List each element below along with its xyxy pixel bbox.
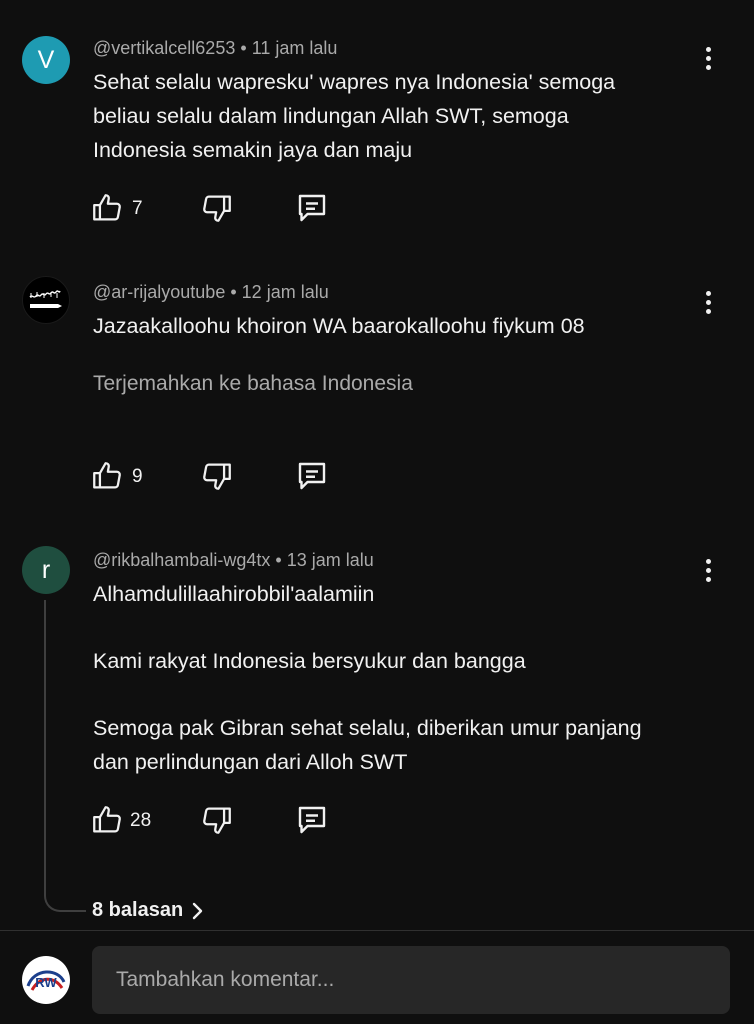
meta-separator: • xyxy=(240,38,247,58)
comment-input[interactable]: Tambahkan komentar... xyxy=(92,946,730,1014)
comments-screen: V @vertikalcell6253 • 11 jam lalu Sehat … xyxy=(0,0,754,1024)
more-vert-icon xyxy=(705,558,711,564)
replies-label: 8 balasan xyxy=(92,899,184,921)
comment-author[interactable]: @vertikalcell6253 xyxy=(93,38,235,58)
comment-text: Jazaakalloohu khoiron WA baarokalloohu f… xyxy=(93,314,585,338)
comment-text-line: Indonesia semakin jaya dan maju xyxy=(93,138,413,162)
comment-time: 13 jam lalu xyxy=(286,550,374,570)
channel-logo-icon: RW xyxy=(26,970,66,991)
avatar[interactable]: V xyxy=(22,36,70,84)
flag-logo-icon xyxy=(29,290,62,308)
thumb-up-icon[interactable] xyxy=(90,458,124,494)
comment-text: Sehat selalu wapresku' wapres nya Indone… xyxy=(93,65,683,167)
comment-text: Alhamdulillaahirobbil'aalamiin Kami raky… xyxy=(93,577,683,779)
comment-author[interactable]: @rikbalhambali-wg4tx xyxy=(93,550,270,570)
meta-separator: • xyxy=(275,550,282,570)
comment-paragraph: Semoga pak Gibran sehat selalu, diberika… xyxy=(93,716,642,774)
add-comment-bar: RW Tambahkan komentar... xyxy=(0,930,754,1024)
my-avatar[interactable]: RW xyxy=(22,956,70,1004)
thumb-down-icon[interactable] xyxy=(200,190,234,226)
avatar-letter: V xyxy=(37,45,55,74)
svg-text:RW: RW xyxy=(35,975,57,990)
more-options-button[interactable] xyxy=(696,555,720,585)
comment-paragraph: Kami rakyat Indonesia bersyukur dan bang… xyxy=(93,649,526,673)
comment-paragraph: Alhamdulillaahirobbil'aalamiin xyxy=(93,582,375,606)
thumb-up-icon[interactable] xyxy=(90,190,124,226)
comment-meta: @ar-rijalyoutube • 12 jam lalu xyxy=(93,282,329,303)
comment-icon[interactable] xyxy=(294,458,330,494)
comment-text-line: Sehat selalu wapresku' wapres nya Indone… xyxy=(93,70,616,94)
more-vert-icon xyxy=(705,46,711,52)
thread-line xyxy=(44,600,86,912)
like-count: 7 xyxy=(132,198,143,219)
thumb-down-icon[interactable] xyxy=(200,802,234,838)
comment-time: 12 jam lalu xyxy=(241,282,329,302)
like-count: 28 xyxy=(130,810,152,831)
comment-author[interactable]: @ar-rijalyoutube xyxy=(93,282,225,302)
thumb-down-icon[interactable] xyxy=(200,458,234,494)
more-options-button[interactable] xyxy=(696,43,720,73)
comment-input-placeholder: Tambahkan komentar... xyxy=(116,968,335,991)
like-count: 9 xyxy=(132,466,143,487)
translate-link[interactable]: Terjemahkan ke bahasa Indonesia xyxy=(93,372,413,396)
comment-text-line: beliau selalu dalam lindungan Allah SWT,… xyxy=(93,104,569,128)
chevron-right-icon xyxy=(192,902,203,919)
thumb-up-icon[interactable] xyxy=(90,802,124,838)
avatar[interactable] xyxy=(22,276,70,324)
more-options-button[interactable] xyxy=(696,287,720,317)
comment-time: 11 jam lalu xyxy=(251,38,338,58)
comment-icon[interactable] xyxy=(294,802,330,838)
avatar-letter: r xyxy=(41,555,51,584)
more-vert-icon xyxy=(705,290,711,296)
comment-meta: @rikbalhambali-wg4tx • 13 jam lalu xyxy=(93,550,374,571)
meta-separator: • xyxy=(230,282,237,302)
avatar[interactable]: r xyxy=(22,546,70,594)
view-replies-button[interactable]: 8 balasan xyxy=(92,899,205,922)
comment-icon[interactable] xyxy=(294,190,330,226)
comment-meta: @vertikalcell6253 • 11 jam lalu xyxy=(93,38,337,59)
